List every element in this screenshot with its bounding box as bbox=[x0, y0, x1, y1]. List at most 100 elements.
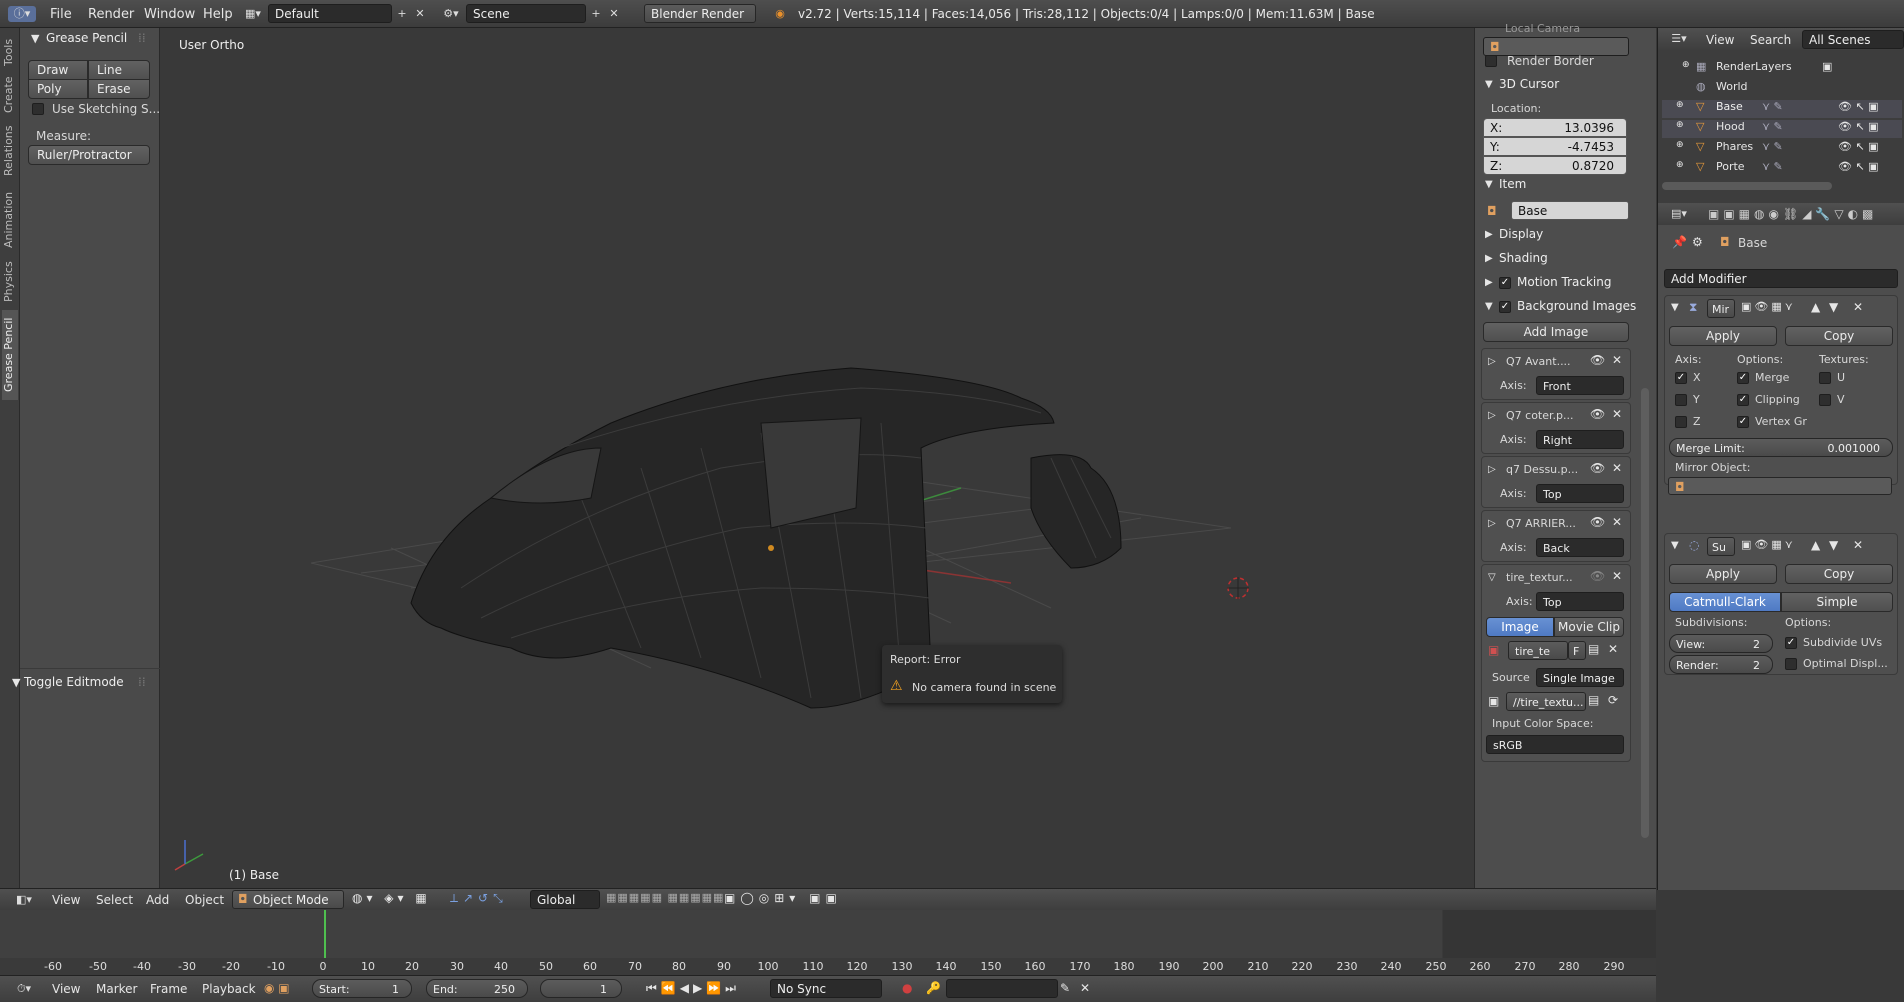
properties-editor-icon[interactable]: ▤▾ bbox=[1666, 206, 1692, 222]
folder-icon[interactable]: ▤ bbox=[1588, 693, 1599, 707]
remove-scene-icon[interactable]: ✕ bbox=[606, 6, 622, 22]
info-editor-icon[interactable]: ⓘ▾ bbox=[8, 6, 36, 22]
sync-select[interactable]: No Sync bbox=[770, 979, 882, 998]
add-modifier-select[interactable]: Add Modifier bbox=[1664, 269, 1898, 288]
orientation-select[interactable]: Global bbox=[530, 890, 600, 909]
expand-icon[interactable]: ▷ bbox=[1488, 410, 1496, 421]
insert-keyframe-icon[interactable]: ✎ bbox=[1060, 981, 1070, 995]
modifier-name-field[interactable]: Su bbox=[1707, 537, 1735, 556]
keying-set-field[interactable] bbox=[946, 979, 1058, 998]
copy-button[interactable]: Copy bbox=[1785, 564, 1893, 584]
background-images-checkbox[interactable]: ✓ bbox=[1499, 301, 1511, 313]
shading-title[interactable]: Shading bbox=[1499, 251, 1548, 265]
motion-expand-icon[interactable]: ▶ bbox=[1485, 277, 1493, 288]
move-up-icon[interactable]: ▲ bbox=[1811, 538, 1820, 552]
merge-checkbox[interactable]: ✓ bbox=[1737, 372, 1749, 384]
menu-view[interactable]: View bbox=[52, 982, 80, 996]
merge-limit-field[interactable]: Merge Limit: 0.001000 bbox=[1669, 438, 1893, 457]
axis-y-checkbox[interactable] bbox=[1675, 394, 1687, 406]
axis-select[interactable]: Right bbox=[1536, 430, 1624, 449]
erase-button[interactable]: Erase bbox=[88, 79, 150, 99]
texture-u-checkbox[interactable] bbox=[1819, 372, 1831, 384]
view-levels-field[interactable]: View: 2 bbox=[1669, 634, 1773, 653]
item-name-field[interactable]: Base bbox=[1511, 201, 1629, 220]
add-scene-icon[interactable]: + bbox=[588, 6, 604, 22]
screen-layout-icon[interactable]: ▦▾ bbox=[240, 6, 266, 22]
menu-select[interactable]: Select bbox=[96, 893, 133, 907]
move-down-icon[interactable]: ▼ bbox=[1829, 300, 1838, 314]
item-collapse-icon[interactable]: ▼ bbox=[1485, 179, 1493, 190]
ruler-protractor-button[interactable]: Ruler/Protractor bbox=[28, 145, 150, 165]
remove-modifier-icon[interactable]: ✕ bbox=[1853, 538, 1863, 552]
menu-file[interactable]: File bbox=[50, 7, 72, 22]
panel-grip-icon[interactable]: ⁞⁞ bbox=[138, 675, 146, 689]
3d-editor-type-icon[interactable]: ◧▾ bbox=[10, 892, 38, 908]
move-down-icon[interactable]: ▼ bbox=[1829, 538, 1838, 552]
filepath-field[interactable]: //tire_textu... bbox=[1506, 692, 1586, 711]
render-levels-field[interactable]: Render: 2 bbox=[1669, 655, 1773, 674]
menu-render[interactable]: Render bbox=[88, 7, 134, 22]
axis-select[interactable]: Top bbox=[1536, 484, 1624, 503]
axis-select[interactable]: Back bbox=[1536, 538, 1624, 557]
outliner-item[interactable]: ◍ World bbox=[1662, 80, 1902, 98]
panel-grip-icon[interactable]: ⁞⁞ bbox=[138, 31, 146, 45]
vertex-groups-checkbox[interactable]: ✓ bbox=[1737, 416, 1749, 428]
cursor-z-field[interactable]: Z: 0.8720 bbox=[1483, 156, 1627, 175]
npanel-scrollbar[interactable] bbox=[1641, 388, 1649, 838]
poly-button[interactable]: Poly bbox=[28, 79, 88, 99]
unlink-image-icon[interactable]: ✕ bbox=[1608, 642, 1618, 656]
reload-icon[interactable]: ⟳ bbox=[1608, 693, 1618, 707]
expand-icon[interactable]: ▷ bbox=[1488, 518, 1496, 529]
image-browse-icon[interactable]: ▣ bbox=[1488, 643, 1499, 657]
optimal-display-checkbox[interactable] bbox=[1785, 658, 1797, 670]
menu-help[interactable]: Help bbox=[203, 7, 233, 22]
movie-clip-tab[interactable]: Movie Clip bbox=[1554, 617, 1624, 637]
shading-expand-icon[interactable]: ▶ bbox=[1485, 253, 1493, 264]
outliner-item[interactable]: ⊕ ▦ RenderLayers ▣ bbox=[1662, 60, 1902, 78]
menu-frame[interactable]: Frame bbox=[150, 982, 187, 996]
start-frame-field[interactable]: Start: 1 bbox=[312, 979, 412, 998]
menu-marker[interactable]: Marker bbox=[96, 982, 137, 996]
outliner-item[interactable]: ⊕ ▽ Porte ⋎ ✎ 👁 ↖ ▣ bbox=[1662, 160, 1902, 178]
layout-field[interactable]: Default bbox=[268, 4, 392, 23]
render-border-checkbox[interactable] bbox=[1485, 55, 1497, 67]
scene-field[interactable]: Scene bbox=[466, 4, 586, 23]
eye-icon[interactable]: 👁 bbox=[1590, 407, 1605, 421]
eye-icon[interactable]: 👁 bbox=[1590, 569, 1605, 583]
record-icon[interactable]: ● bbox=[902, 981, 912, 995]
outliner-item[interactable]: ⊕ ▽ Base ⋎ ✎ 👁 ↖ ▣ bbox=[1662, 100, 1902, 118]
copy-button[interactable]: Copy bbox=[1785, 326, 1893, 346]
add-layout-icon[interactable]: + bbox=[394, 6, 410, 22]
axis-z-checkbox[interactable] bbox=[1675, 416, 1687, 428]
tab-create[interactable]: Create bbox=[2, 74, 18, 116]
add-image-button[interactable]: Add Image bbox=[1483, 322, 1629, 342]
close-icon[interactable]: ✕ bbox=[1612, 461, 1622, 475]
remove-layout-icon[interactable]: ✕ bbox=[412, 6, 428, 22]
eye-icon[interactable]: 👁 bbox=[1590, 353, 1605, 367]
image-tab[interactable]: Image bbox=[1486, 617, 1554, 637]
collapse-icon[interactable]: ▼ bbox=[1671, 540, 1679, 551]
tab-relations[interactable]: Relations bbox=[2, 124, 18, 178]
scene-icon[interactable]: ⚙▾ bbox=[438, 6, 464, 22]
motion-tracking-checkbox[interactable]: ✓ bbox=[1499, 277, 1511, 289]
axis-select[interactable]: Front bbox=[1536, 376, 1624, 395]
cursor-y-field[interactable]: Y: -4.7453 bbox=[1483, 137, 1627, 156]
modifier-visibility-icons[interactable]: ▣👁▦⋎ bbox=[1741, 300, 1796, 313]
use-sketching-checkbox[interactable] bbox=[32, 103, 44, 115]
modifier-name-field[interactable]: Mir bbox=[1707, 299, 1735, 318]
eye-icon[interactable]: 👁 bbox=[1590, 515, 1605, 529]
modifier-visibility-icons[interactable]: ▣👁▦⋎ bbox=[1741, 538, 1796, 551]
draw-button[interactable]: Draw bbox=[28, 60, 88, 80]
display-title[interactable]: Display bbox=[1499, 227, 1543, 241]
outliner-item[interactable]: ⊕ ▽ Hood ⋎ ✎ 👁 ↖ ▣ bbox=[1662, 120, 1902, 138]
delete-keyframe-icon[interactable]: ✕ bbox=[1080, 981, 1090, 995]
apply-button[interactable]: Apply bbox=[1669, 564, 1777, 584]
clipping-checkbox[interactable]: ✓ bbox=[1737, 394, 1749, 406]
remove-modifier-icon[interactable]: ✕ bbox=[1853, 300, 1863, 314]
axis-x-checkbox[interactable]: ✓ bbox=[1675, 372, 1687, 384]
layer-buttons[interactable]: ▦▦▦▦▦ ▦▦▦▦▦ bbox=[606, 891, 724, 904]
tab-grease-pencil[interactable]: Grease Pencil bbox=[2, 310, 18, 400]
outliner-view-menu[interactable]: View bbox=[1706, 33, 1734, 47]
pin-icon[interactable]: 📌 bbox=[1672, 235, 1687, 249]
texture-v-checkbox[interactable] bbox=[1819, 394, 1831, 406]
